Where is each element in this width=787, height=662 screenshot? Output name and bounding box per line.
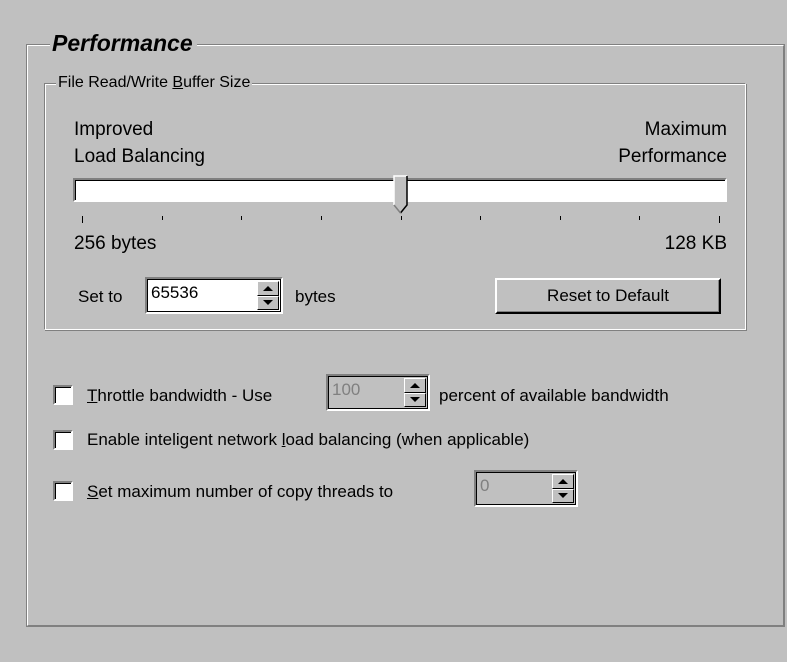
slider-tick: [162, 216, 163, 220]
reset-to-default-button[interactable]: Reset to Default: [495, 278, 721, 314]
copy-threads-checkbox[interactable]: [53, 481, 73, 501]
max-value-label: 128 KB: [664, 233, 727, 254]
copy-threads-label-text: et maximum number of copy threads to: [98, 482, 394, 501]
buffer-size-stepper[interactable]: 65536: [145, 277, 283, 314]
arrow-up-icon: [263, 285, 273, 291]
buffer-size-title-accelerator: B: [172, 74, 184, 91]
copy-threads-value[interactable]: 0: [480, 476, 489, 496]
copy-threads-decrement-button[interactable]: [552, 488, 574, 503]
arrow-up-icon: [558, 478, 568, 484]
arrow-down-icon: [410, 397, 420, 403]
left-label-line1: Improved: [74, 119, 154, 140]
buffer-size-decrement-button[interactable]: [257, 295, 279, 310]
slider-tick: [719, 216, 720, 223]
left-label-line2: Load Balancing: [74, 146, 205, 167]
load-balancing-label-prefix: Enable inteligent network: [87, 430, 282, 449]
buffer-size-group-title: File Read/Write Buffer Size: [56, 73, 253, 93]
slider-tick: [401, 216, 402, 220]
performance-group-title: Performance: [50, 28, 197, 58]
right-label-line2: Performance: [618, 146, 727, 167]
copy-threads-stepper[interactable]: 0: [474, 470, 578, 507]
throttle-suffix-label: percent of available bandwidth: [439, 386, 669, 405]
set-to-label: Set to: [78, 287, 123, 306]
buffer-size-title-prefix: File Read/Write: [58, 74, 173, 91]
slider-tick: [241, 216, 242, 220]
buffer-size-title-suffix: uffer Size: [183, 74, 251, 91]
buffer-size-value[interactable]: 65536: [151, 283, 198, 303]
arrow-down-icon: [558, 493, 568, 499]
throttle-label-text: hrottle bandwidth - Use: [97, 386, 273, 405]
throttle-bandwidth-label: Throttle bandwidth - Use: [87, 385, 272, 407]
slider-tick: [560, 216, 561, 220]
throttle-bandwidth-checkbox[interactable]: [53, 385, 73, 405]
load-balancing-checkbox[interactable]: [53, 430, 73, 450]
min-value-label: 256 bytes: [74, 233, 157, 254]
throttle-decrement-button[interactable]: [404, 392, 426, 407]
arrow-down-icon: [263, 300, 273, 306]
arrow-up-icon: [410, 382, 420, 388]
throttle-percent-value[interactable]: 100: [332, 380, 360, 400]
slider-tick: [480, 216, 481, 220]
load-balancing-label: Enable inteligent network load balancing…: [87, 429, 529, 451]
throttle-percent-stepper[interactable]: 100: [326, 374, 430, 411]
bytes-units-label: bytes: [295, 287, 336, 306]
slider-tick: [639, 216, 640, 220]
copy-threads-label: Set maximum number of copy threads to: [87, 481, 393, 503]
buffer-size-increment-button[interactable]: [257, 281, 279, 296]
throttle-increment-button[interactable]: [404, 378, 426, 393]
throttle-label-accelerator: T: [87, 386, 98, 405]
copy-threads-increment-button[interactable]: [552, 474, 574, 489]
slider-tick: [82, 216, 83, 223]
buffer-size-slider-thumb[interactable]: [393, 175, 409, 215]
load-balancing-label-suffix: oad balancing (when applicable): [285, 430, 530, 449]
slider-tick: [321, 216, 322, 220]
copy-threads-label-accelerator: S: [87, 482, 99, 501]
right-label-line1: Maximum: [644, 119, 727, 140]
